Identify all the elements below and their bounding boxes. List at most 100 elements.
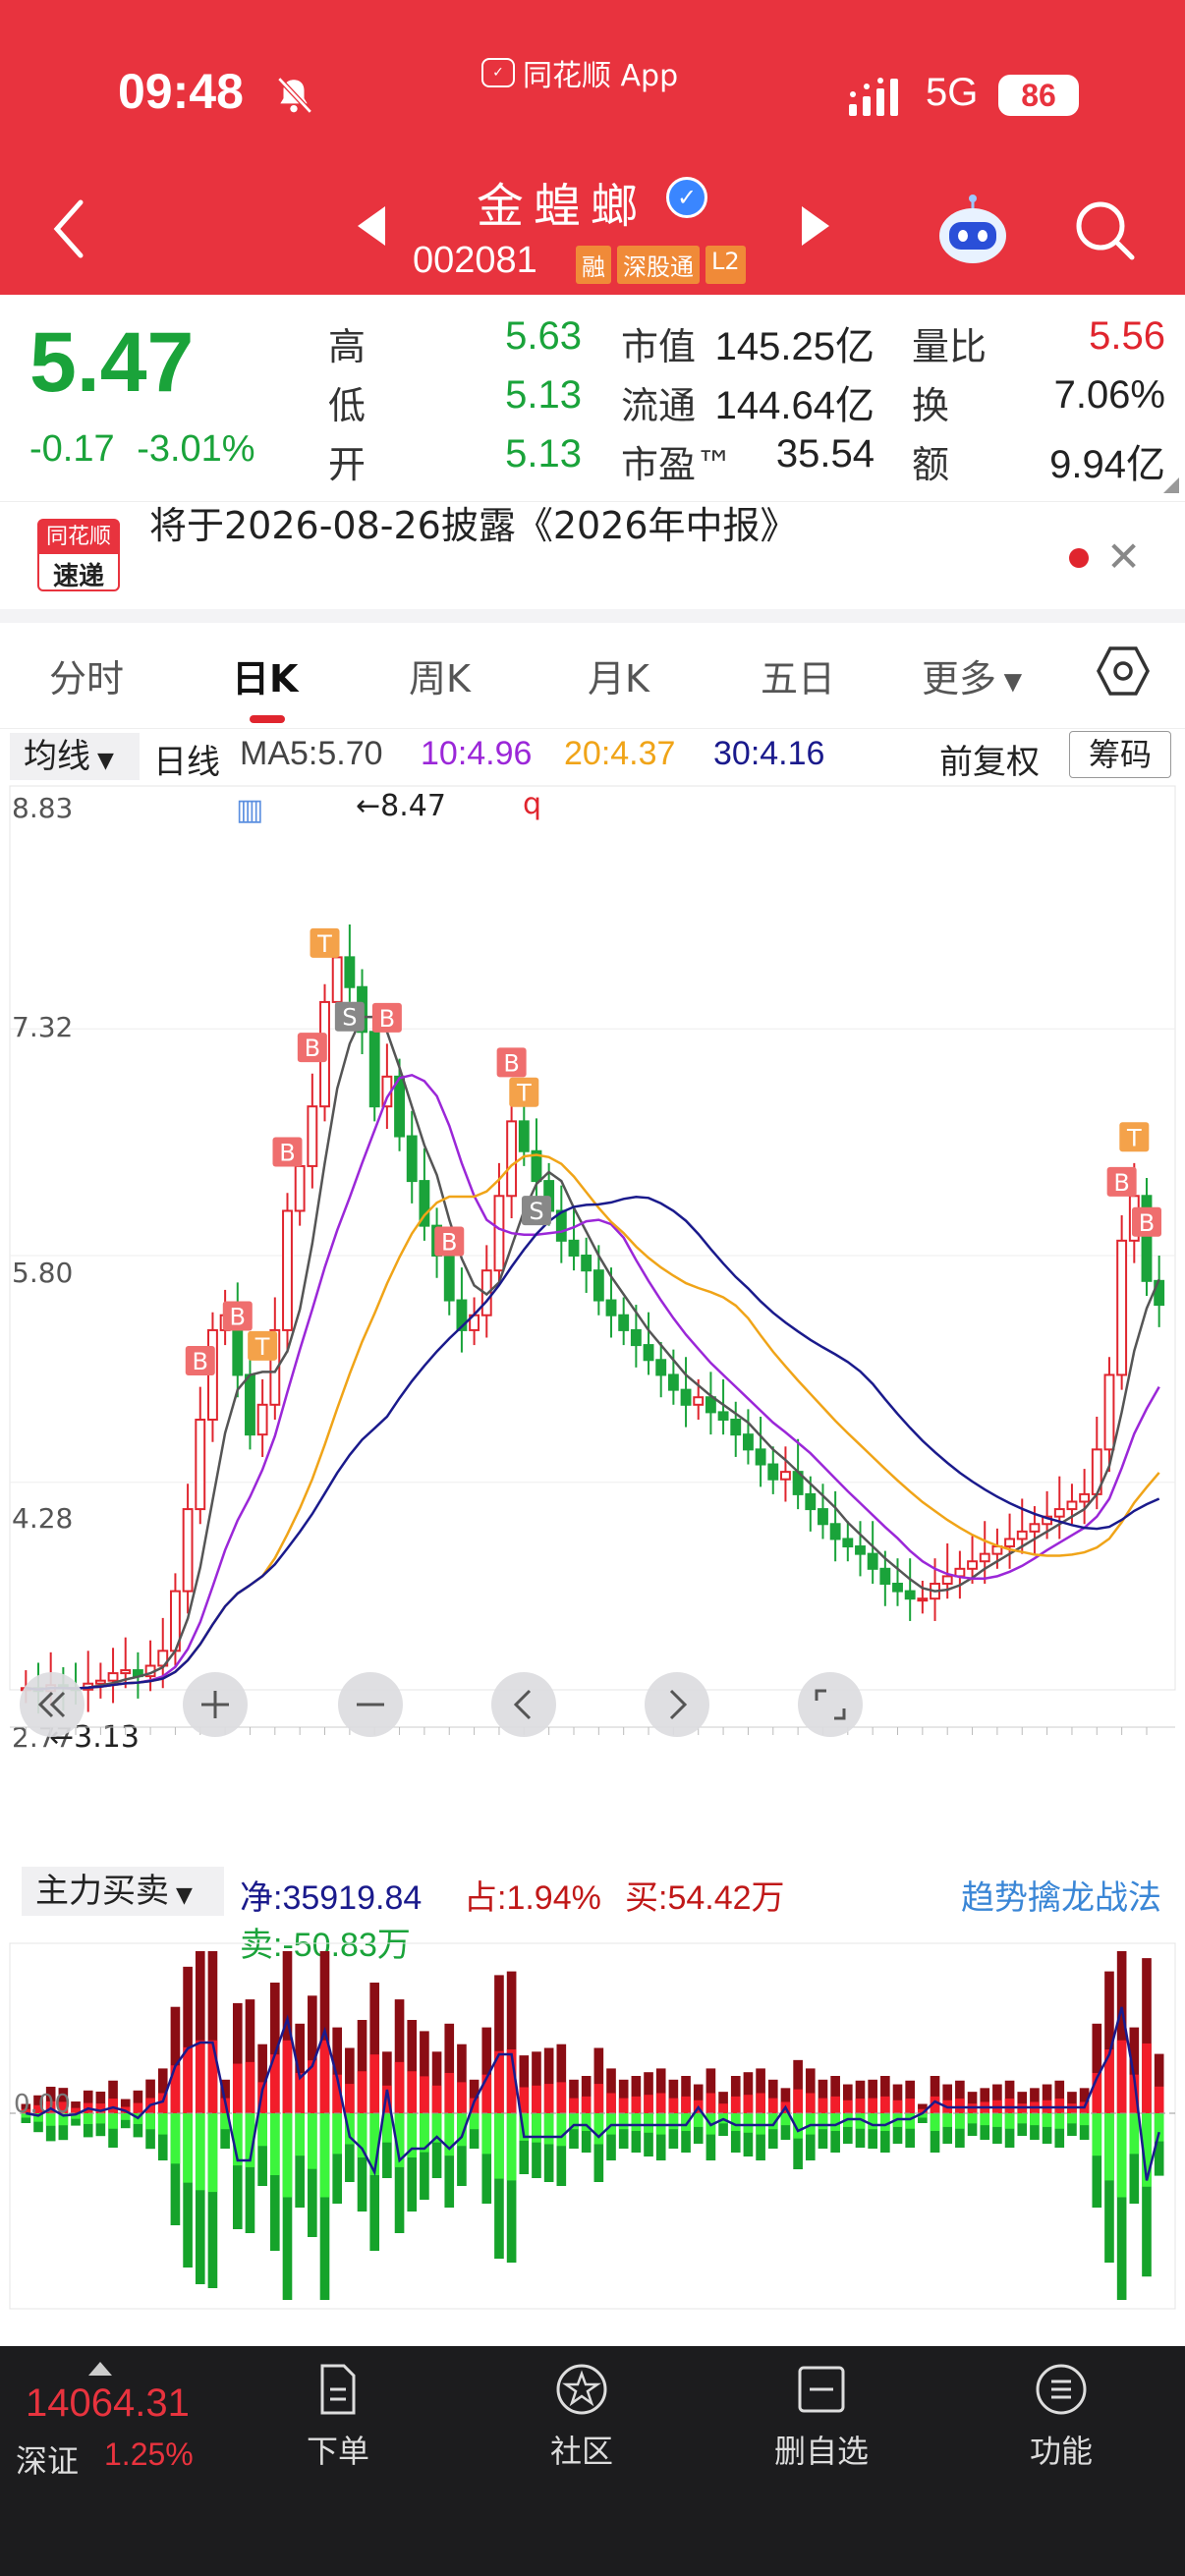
- high-label: 高: [328, 325, 367, 368]
- sell-bar-core: [183, 2113, 193, 2183]
- verified-badge-icon: ✓: [666, 177, 707, 218]
- zoom-out-button[interactable]: [338, 1672, 403, 1737]
- mute-bell-icon: [277, 77, 312, 114]
- tab-weekly[interactable]: 周K: [409, 648, 471, 702]
- chevron-left-icon: [513, 1689, 532, 1720]
- index-value[interactable]: 14064.31: [26, 2381, 190, 2426]
- minus-icon: [357, 1703, 384, 1707]
- candle-body: [1053, 1508, 1065, 1518]
- candle-body: [618, 1314, 630, 1331]
- buy-bar-core: [606, 2093, 616, 2113]
- sell-bar-core: [1116, 2113, 1127, 2198]
- section-divider: [0, 609, 1185, 623]
- sell-bar-core: [120, 2113, 131, 2120]
- sell-bar-core: [1079, 2113, 1090, 2126]
- float-label: 流通: [621, 384, 697, 427]
- signal-b-label: B: [503, 1049, 519, 1077]
- news-text[interactable]: 将于2026-08-26披露《2026年中报》: [149, 495, 798, 549]
- buy-bar-core: [195, 2040, 205, 2113]
- pe-label: 市盈™: [621, 443, 734, 486]
- candle-body: [842, 1538, 854, 1548]
- indicator-selector[interactable]: 主力买卖 ▼: [22, 1867, 224, 1916]
- buy-bar-core: [668, 2098, 679, 2113]
- sell-bar-core: [95, 2113, 106, 2124]
- sell-bar-core: [282, 2113, 293, 2198]
- turnover-label: 换: [912, 384, 950, 427]
- back-arrow-icon[interactable]: [49, 196, 88, 261]
- settings-hex-icon[interactable]: [1097, 644, 1150, 698]
- tab-five-day[interactable]: 五日: [761, 648, 835, 702]
- index-expand-icon[interactable]: [88, 2362, 112, 2376]
- sell-bar-core: [955, 2113, 965, 2129]
- nav-community[interactable]: 社区: [503, 2360, 660, 2472]
- sell-bar-core: [880, 2113, 890, 2131]
- tab-more[interactable]: 更多 ▼: [922, 648, 1022, 702]
- y-tick-3: 5.80: [12, 1257, 73, 1289]
- signal-t-label: T: [316, 930, 332, 958]
- collapse-left-button[interactable]: [20, 1672, 85, 1737]
- assistant-robot-icon[interactable]: [933, 193, 1012, 271]
- sell-bar-core: [730, 2113, 741, 2131]
- candle-body: [568, 1239, 580, 1257]
- next-stock-icon[interactable]: [798, 204, 831, 248]
- sell-bar-core: [319, 2113, 330, 2198]
- status-time: 09:48: [118, 64, 244, 119]
- fullscreen-button[interactable]: [798, 1672, 863, 1737]
- strategy-link[interactable]: 趋势擒龙战法: [961, 1871, 1161, 1919]
- nav-menu[interactable]: 功能: [983, 2360, 1140, 2472]
- search-icon[interactable]: [1071, 196, 1136, 261]
- sell-bar-core: [108, 2113, 118, 2129]
- tab-daily[interactable]: 日K: [232, 648, 298, 702]
- chip-distribution-button[interactable]: 筹码: [1069, 731, 1171, 778]
- expand-corner-icon[interactable]: [1163, 477, 1179, 493]
- buy-bar-core: [133, 2102, 143, 2113]
- previous-stock-icon[interactable]: [356, 204, 389, 248]
- net-value: 净:35919.84: [240, 1879, 423, 1917]
- buy-bar-core: [431, 2085, 442, 2113]
- low-label: 低: [328, 384, 367, 427]
- order-icon: [320, 2364, 356, 2415]
- adjust-mode[interactable]: 前复权: [939, 735, 1040, 783]
- buy-bar-core: [444, 2072, 455, 2113]
- candle-body: [1116, 1239, 1128, 1376]
- candle-body: [307, 1105, 318, 1167]
- sell-bar-core: [818, 2113, 828, 2130]
- scroll-right-button[interactable]: [645, 1672, 709, 1737]
- buy-bar-core: [1054, 2099, 1065, 2113]
- tab-monthly[interactable]: 月K: [588, 648, 649, 702]
- buy-bar-core: [767, 2098, 778, 2113]
- open-value: 5.13: [505, 432, 582, 476]
- candlestick-chart[interactable]: BBTBBTS BBTSBBTB 8.83 7.32 5.80 4.28 2.77…: [0, 784, 1185, 1766]
- candle-body: [406, 1135, 418, 1183]
- candle-body: [967, 1560, 978, 1570]
- candle-body: [667, 1373, 679, 1391]
- nav-remove-watchlist[interactable]: 删自选: [743, 2360, 900, 2472]
- buy-bar-core: [1142, 2043, 1152, 2113]
- sell-bar-core: [1129, 2113, 1140, 2155]
- sell-bar-core: [618, 2113, 629, 2130]
- menu-icon: [1036, 2364, 1087, 2415]
- sell-bar-core: [1017, 2113, 1028, 2124]
- ma30-value: 30:4.16: [713, 735, 825, 772]
- candle-body: [195, 1418, 206, 1511]
- tab-intraday[interactable]: 分时: [49, 648, 124, 702]
- nav-order[interactable]: 下单: [259, 2360, 417, 2472]
- buy-bar-core: [644, 2095, 653, 2113]
- close-icon[interactable]: ✕: [1106, 532, 1141, 581]
- scroll-left-button[interactable]: [491, 1672, 556, 1737]
- fullscreen-icon: [815, 1689, 846, 1720]
- buy-bar-core: [282, 2040, 293, 2113]
- sell-bar-core: [830, 2113, 840, 2131]
- buy-bar-core: [407, 2071, 418, 2113]
- buy-bar-core: [705, 2093, 716, 2113]
- period-label: 日线: [153, 744, 220, 781]
- zoom-in-button[interactable]: [183, 1672, 248, 1737]
- candle-body: [680, 1388, 692, 1406]
- ma-selector[interactable]: 均线 ▼: [10, 733, 140, 780]
- sell-bar-core: [494, 2113, 504, 2179]
- sell-bar-core: [145, 2113, 155, 2130]
- buy-bar-core: [805, 2093, 816, 2113]
- candle-body: [94, 1679, 106, 1685]
- signal-s-label: S: [529, 1198, 543, 1225]
- battery-indicator: 86: [998, 75, 1079, 116]
